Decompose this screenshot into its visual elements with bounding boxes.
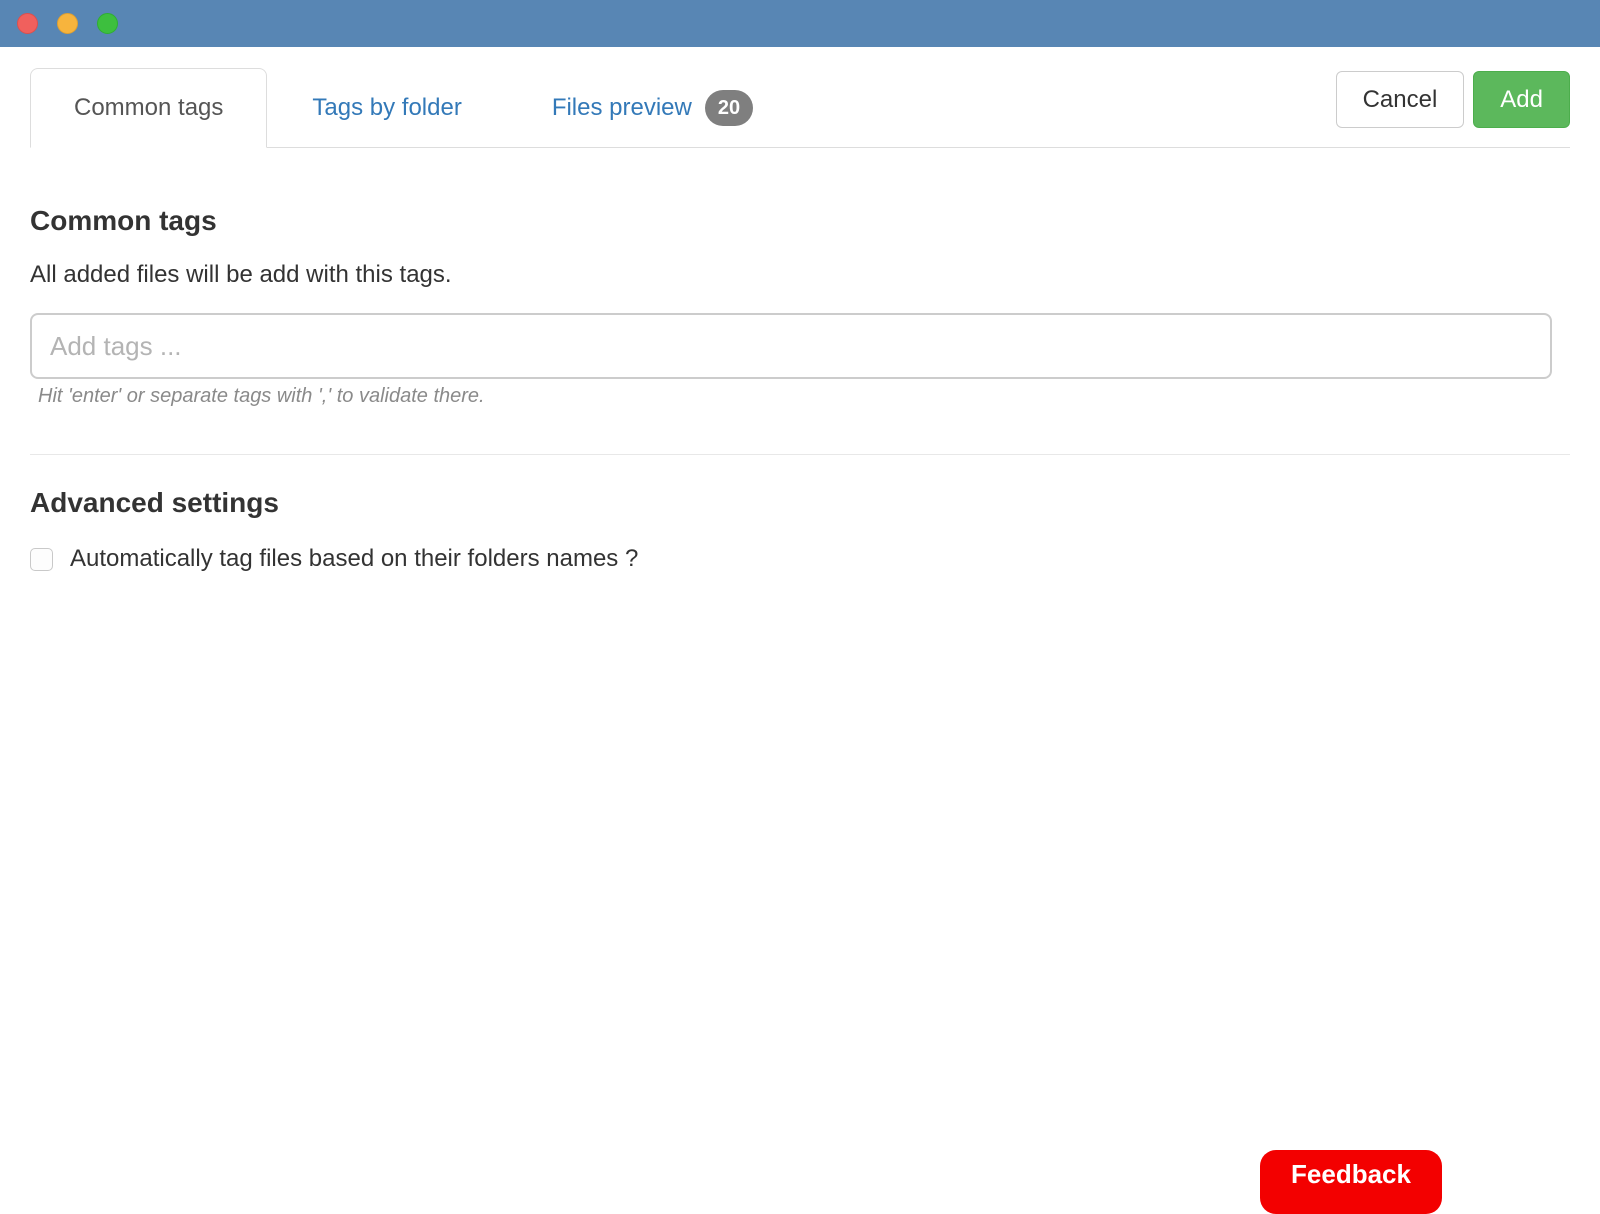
tab-tags-by-folder[interactable]: Tags by folder bbox=[267, 68, 506, 147]
dialog-actions: Cancel Add bbox=[1335, 71, 1570, 128]
auto-tag-checkbox-label[interactable]: Automatically tag files based on their f… bbox=[70, 545, 638, 573]
tab-bar: Common tags Tags by folder Files preview… bbox=[30, 68, 1570, 148]
common-tags-heading: Common tags bbox=[30, 205, 217, 236]
files-count-badge: 20 bbox=[704, 89, 754, 126]
close-window-icon[interactable] bbox=[17, 13, 38, 34]
cancel-button[interactable]: Cancel bbox=[1335, 71, 1465, 128]
section-divider bbox=[30, 454, 1570, 455]
minimize-window-icon[interactable] bbox=[57, 13, 78, 34]
feedback-button[interactable]: Feedback bbox=[1260, 1150, 1442, 1214]
tab-tags-by-folder-label: Tags by folder bbox=[312, 93, 462, 121]
tags-input-hint: Hit 'enter' or separate tags with ',' to… bbox=[38, 385, 485, 407]
zoom-window-icon[interactable] bbox=[97, 13, 118, 34]
auto-tag-option: Automatically tag files based on their f… bbox=[30, 545, 1570, 573]
common-tags-description: All added files will be add with this ta… bbox=[30, 261, 452, 288]
tab-files-preview[interactable]: Files preview 20 bbox=[507, 68, 798, 147]
auto-tag-checkbox[interactable] bbox=[30, 547, 53, 571]
main-content: Common tags All added files will be add … bbox=[0, 205, 1600, 573]
window-titlebar bbox=[0, 0, 1600, 47]
tab-files-preview-label: Files preview bbox=[551, 93, 692, 121]
window-controls bbox=[17, 13, 118, 34]
add-button[interactable]: Add bbox=[1473, 71, 1570, 128]
advanced-settings-heading: Advanced settings bbox=[30, 487, 279, 518]
tab-common-tags[interactable]: Common tags bbox=[30, 68, 268, 148]
tab-common-tags-label: Common tags bbox=[74, 94, 224, 121]
add-tags-input[interactable] bbox=[30, 313, 1552, 379]
